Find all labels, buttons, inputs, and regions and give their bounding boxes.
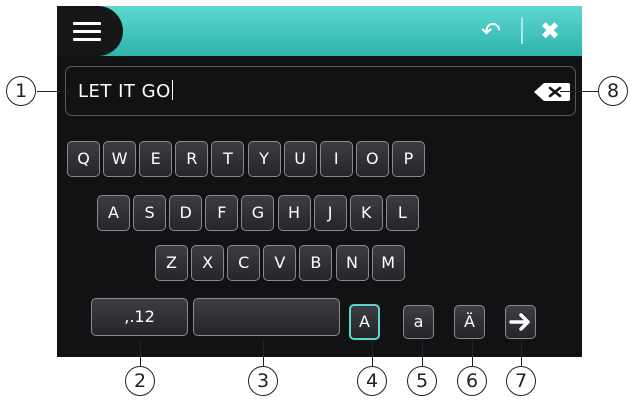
text-caret (171, 80, 173, 100)
text-input-field[interactable]: LET IT GO (65, 66, 576, 116)
key-f[interactable]: F (205, 195, 239, 231)
backspace-button[interactable] (532, 81, 572, 103)
callout-4: 4 (357, 366, 387, 396)
key-x[interactable]: X (191, 245, 225, 281)
umlaut-key[interactable]: Ä (454, 305, 485, 339)
key-b[interactable]: B (299, 245, 333, 281)
menu-button[interactable] (57, 6, 123, 56)
key-y[interactable]: Y (247, 141, 281, 177)
close-icon: ✖ (539, 17, 561, 45)
next-key[interactable] (505, 305, 536, 339)
callout-2: 2 (125, 366, 155, 396)
uppercase-key[interactable]: A (349, 304, 380, 340)
key-w[interactable]: W (103, 141, 137, 177)
toolbar-divider (521, 18, 523, 44)
keyboard-screen: ↶ ✖ LET IT GO QWERTYUIOPASDFGHJKLZXCVBNM… (57, 6, 582, 357)
undo-button[interactable]: ↶ (475, 15, 507, 47)
key-q[interactable]: Q (67, 141, 100, 177)
input-value: LET IT GO (78, 80, 173, 102)
close-button[interactable]: ✖ (534, 15, 566, 47)
key-r[interactable]: R (175, 141, 209, 177)
callout-3: 3 (248, 366, 278, 396)
key-c[interactable]: C (227, 245, 261, 281)
top-bar: ↶ ✖ (57, 6, 582, 56)
key-t[interactable]: T (211, 141, 245, 177)
key-u[interactable]: U (283, 141, 317, 177)
key-m[interactable]: M (371, 245, 405, 281)
key-d[interactable]: D (169, 195, 203, 231)
callout-5: 5 (407, 366, 437, 396)
key-k[interactable]: K (349, 195, 383, 231)
key-v[interactable]: V (263, 245, 297, 281)
callout-6: 6 (457, 366, 487, 396)
space-key[interactable] (193, 298, 340, 336)
key-g[interactable]: G (241, 195, 275, 231)
key-e[interactable]: E (139, 141, 173, 177)
undo-icon: ↶ (480, 17, 502, 45)
symbols-key[interactable]: ,.12 (91, 298, 188, 336)
key-h[interactable]: H (277, 195, 311, 231)
key-s[interactable]: S (133, 195, 167, 231)
callout-8: 8 (598, 76, 628, 106)
key-p[interactable]: P (391, 141, 425, 177)
callout-7: 7 (506, 366, 536, 396)
key-j[interactable]: J (313, 195, 347, 231)
key-n[interactable]: N (335, 245, 369, 281)
key-z[interactable]: Z (155, 245, 188, 281)
key-i[interactable]: I (319, 141, 353, 177)
key-l[interactable]: L (385, 195, 419, 231)
key-a[interactable]: A (97, 195, 130, 231)
arrow-right-icon (509, 313, 530, 331)
key-o[interactable]: O (355, 141, 389, 177)
callout-1: 1 (6, 76, 36, 106)
backspace-icon (534, 83, 570, 101)
lowercase-key[interactable]: a (403, 305, 434, 339)
